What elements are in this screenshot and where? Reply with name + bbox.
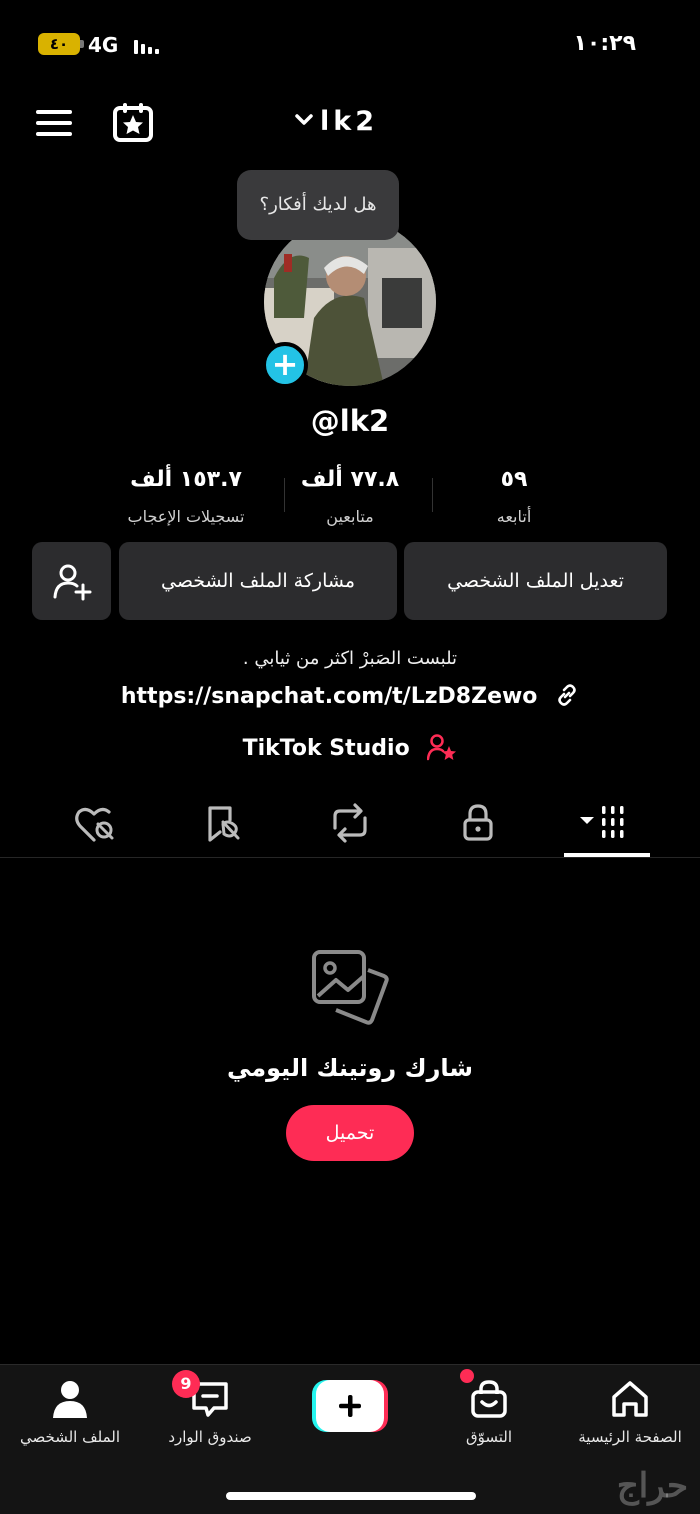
likes-label: تسجيلات الإعجاب: [127, 507, 245, 526]
photo-stack-icon: [310, 946, 390, 1028]
add-story-button[interactable]: +: [262, 342, 308, 388]
repost-icon: [333, 803, 367, 843]
videos-grid-icon: [580, 806, 624, 838]
following-label: أتابعه: [496, 507, 532, 526]
followers-label: متابعين: [326, 507, 374, 526]
plus-icon: [312, 1380, 388, 1432]
nav-inbox[interactable]: صندوق الوارد: [145, 1374, 275, 1454]
profile-link[interactable]: https://snapchat.com/t/LzD8Zewo: [0, 680, 700, 714]
add-friend-button[interactable]: [32, 542, 111, 620]
battery-level: ٤٠: [49, 35, 69, 53]
network-type: 4G: [88, 33, 119, 57]
account-switcher[interactable]: lk2: [290, 104, 410, 140]
lock-icon: [463, 804, 493, 841]
stat-followers[interactable]: ٧٧.٨ ألف متابعين: [260, 464, 440, 530]
empty-state-title: شارك روتينك اليومي: [226, 1054, 474, 1082]
profile-bio: تلبست الصَبرْ اكثر من ثيابي .: [242, 648, 458, 669]
profile-link-text: https://snapchat.com/t/LzD8Zewo: [120, 684, 538, 709]
likes-count: ١٥٣.٧ ألف: [130, 467, 242, 492]
nav-shop[interactable]: التسوّق: [424, 1374, 554, 1454]
tab-saved[interactable]: [190, 800, 254, 850]
edit-profile-button[interactable]: تعديل الملف الشخصي: [404, 542, 667, 620]
tabs-divider: [0, 857, 700, 858]
nav-home[interactable]: الصفحة الرئيسية: [565, 1374, 695, 1454]
tab-reposts[interactable]: [318, 800, 382, 850]
link-icon: [558, 684, 576, 706]
menu-icon[interactable]: [36, 108, 72, 138]
studio-label: TikTok Studio: [242, 736, 410, 761]
liked-icon: [75, 807, 114, 842]
shopping-bag-icon: [471, 1380, 507, 1418]
stat-following[interactable]: ٥٩ أتابعه: [424, 464, 604, 530]
followers-count: ٧٧.٨ ألف: [300, 467, 400, 492]
notification-dot: [460, 1369, 474, 1383]
tab-videos[interactable]: [568, 800, 632, 850]
status-time: ١٠:٢٩: [573, 31, 636, 56]
nav-profile[interactable]: الملف الشخصي: [5, 1374, 135, 1454]
home-indicator[interactable]: [226, 1492, 476, 1500]
create-button[interactable]: [312, 1380, 388, 1432]
saved-icon: [208, 806, 240, 842]
tiktok-studio-link[interactable]: TikTok Studio: [0, 732, 700, 766]
following-count: ٥٩: [500, 467, 528, 492]
tab-liked[interactable]: [62, 800, 126, 850]
signal-icon: [134, 38, 160, 54]
tab-private[interactable]: [446, 800, 510, 850]
calendar-star-icon[interactable]: [112, 102, 154, 142]
watermark-logo: حراج: [616, 1466, 688, 1506]
share-profile-button[interactable]: مشاركة الملف الشخصي: [119, 542, 397, 620]
inbox-badge: 9: [172, 1370, 200, 1398]
nav-shop-label: التسوّق: [465, 1428, 513, 1446]
add-person-icon: [53, 564, 91, 601]
nav-inbox-label: صندوق الوارد: [168, 1428, 252, 1446]
home-icon: [612, 1381, 648, 1417]
nav-home-label: الصفحة الرئيسية: [578, 1428, 682, 1446]
profile-icon: [53, 1381, 87, 1418]
header-username: lk2: [320, 106, 378, 137]
stat-likes[interactable]: ١٥٣.٧ ألف تسجيلات الإعجاب: [96, 464, 276, 530]
creator-star-icon: [427, 734, 457, 761]
battery-cap: [80, 40, 84, 48]
thoughts-bubble[interactable]: هل لديك أفكار؟: [237, 170, 399, 240]
nav-profile-label: الملف الشخصي: [20, 1428, 120, 1446]
profile-handle: @lk2: [310, 404, 390, 438]
upload-button[interactable]: تحميل: [286, 1105, 414, 1161]
